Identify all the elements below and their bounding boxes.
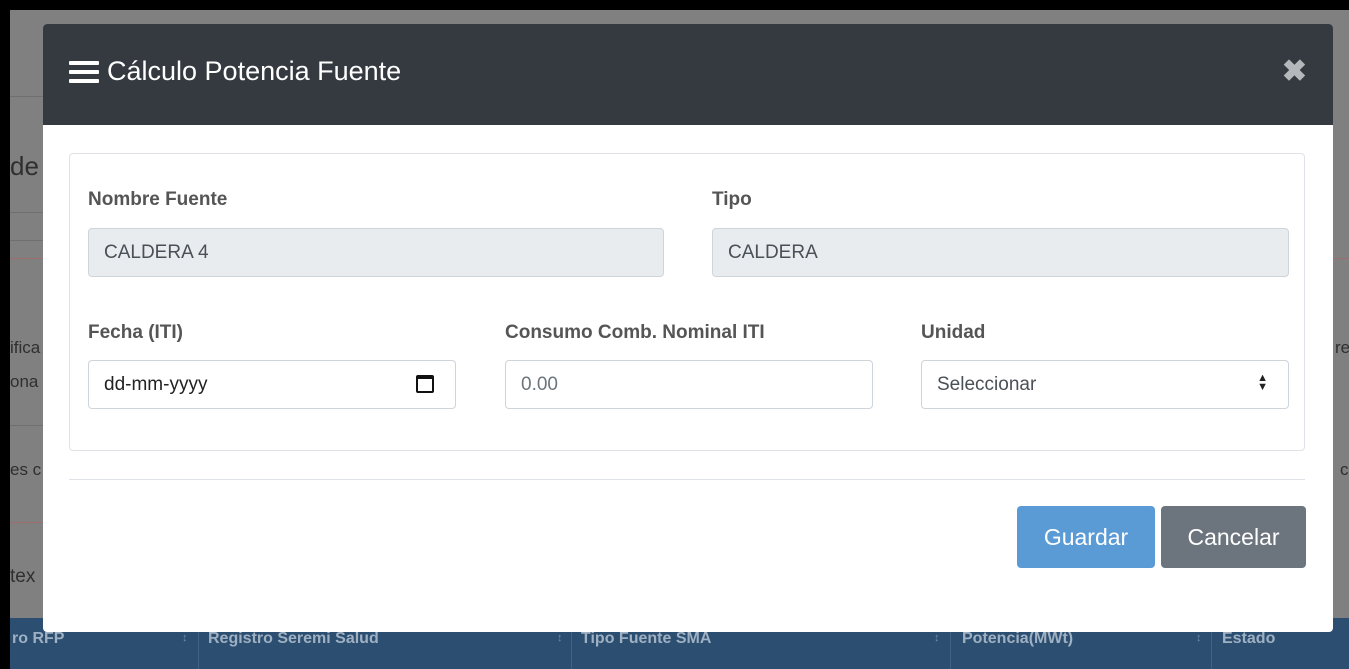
fecha-placeholder: dd-mm-yyyy <box>104 373 208 395</box>
bg-divider <box>10 212 45 213</box>
tipo-field: CALDERA <box>712 228 1289 277</box>
nombre-fuente-label: Nombre Fuente <box>88 189 228 210</box>
bg-divider <box>10 96 45 97</box>
bg-table-header-cell: Estado <box>1222 630 1276 647</box>
bg-text-fragment: ona <box>10 372 39 391</box>
close-icon[interactable]: ✖ <box>1282 57 1307 87</box>
consumo-input[interactable]: 0.00 <box>505 360 873 409</box>
sort-icon: ↕ <box>934 632 940 644</box>
sort-icon: ↕ <box>557 632 563 644</box>
consumo-label: Consumo Comb. Nominal ITI <box>505 322 765 343</box>
bg-table-header-cell: Tipo Fuente SMA <box>581 630 712 647</box>
bg-text-fragment: c <box>1340 460 1349 479</box>
bg-table-header-cell: Registro Seremi Salud <box>208 630 379 647</box>
guardar-button[interactable]: Guardar <box>1017 506 1155 568</box>
footer-divider <box>69 479 1305 480</box>
consumo-placeholder: 0.00 <box>521 373 558 395</box>
cancelar-button[interactable]: Cancelar <box>1161 506 1306 568</box>
fecha-label: Fecha (ITI) <box>88 322 184 343</box>
sort-icon: ↕ <box>1196 632 1202 644</box>
sort-icon: ↕ <box>182 632 188 644</box>
bg-alert-border <box>10 522 45 523</box>
bg-text-fragment: ifica <box>10 338 41 357</box>
bg-alert-border <box>1333 258 1349 259</box>
modal-title: Cálculo Potencia Fuente <box>69 56 401 87</box>
unidad-label: Unidad <box>921 322 986 343</box>
nombre-fuente-value: CALDERA 4 <box>104 241 209 263</box>
bg-divider <box>10 425 45 426</box>
bg-table-header-cell: ro RFP <box>12 630 65 647</box>
bg-heading-fragment: de <box>10 151 39 181</box>
bg-table-header-cell: Potencia(MWt) <box>962 630 1074 647</box>
bg-divider <box>10 240 45 241</box>
tipo-value: CALDERA <box>728 241 818 263</box>
bg-alert-border <box>10 258 45 259</box>
modal-header: Cálculo Potencia Fuente ✖ <box>43 24 1333 125</box>
tipo-label: Tipo <box>712 189 752 210</box>
menu-icon <box>69 60 99 83</box>
form-card: Nombre Fuente CALDERA 4 Tipo CALDERA Fec… <box>69 153 1305 451</box>
unidad-selected-value: Seleccionar <box>937 373 1037 395</box>
select-arrows-icon: ▲ ▼ <box>1257 372 1268 393</box>
calendar-icon[interactable] <box>416 375 434 393</box>
fecha-input[interactable]: dd-mm-yyyy <box>88 360 456 409</box>
bg-text-fragment: es c <box>10 460 42 479</box>
modal-title-text: Cálculo Potencia Fuente <box>107 56 402 86</box>
bg-input-fragment: tex <box>10 566 36 587</box>
unidad-select[interactable]: Seleccionar ▲ ▼ <box>921 360 1289 409</box>
calculo-potencia-modal: Cálculo Potencia Fuente ✖ Nombre Fuente … <box>43 24 1333 632</box>
nombre-fuente-field: CALDERA 4 <box>88 228 664 277</box>
bg-text-fragment: re <box>1335 338 1349 357</box>
